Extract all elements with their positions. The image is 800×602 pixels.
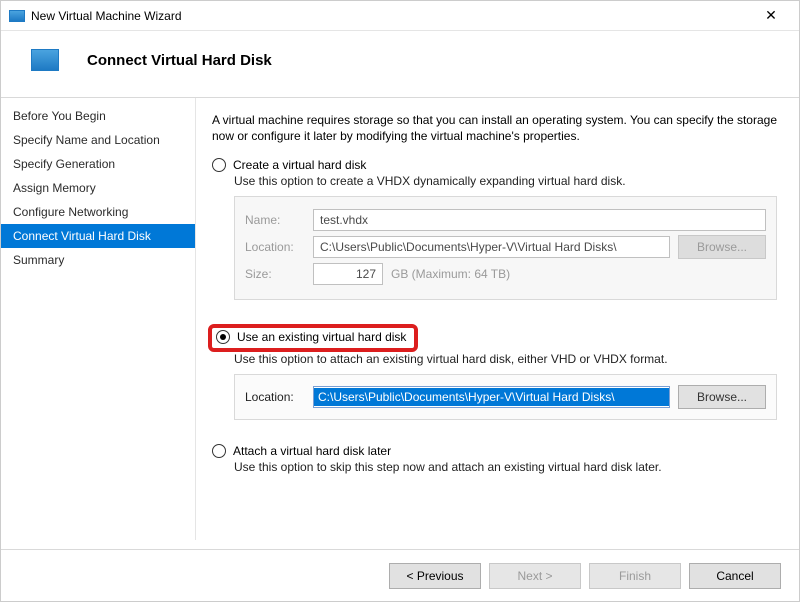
cancel-button[interactable]: Cancel	[689, 563, 781, 589]
radio-label: Attach a virtual hard disk later	[233, 444, 391, 458]
option3-desc: Use this option to skip this step now an…	[234, 460, 777, 474]
name-label: Name:	[245, 213, 305, 227]
browse-button-disabled: Browse...	[678, 235, 766, 259]
size-label: Size:	[245, 267, 305, 281]
radio-label: Create a virtual hard disk	[233, 158, 366, 172]
browse-button[interactable]: Browse...	[678, 385, 766, 409]
titlebar: New Virtual Machine Wizard ✕	[1, 1, 799, 31]
step-before-you-begin[interactable]: Before You Begin	[1, 104, 195, 128]
step-specify-generation[interactable]: Specify Generation	[1, 152, 195, 176]
wizard-steps-sidebar: Before You Begin Specify Name and Locati…	[1, 98, 196, 540]
radio-icon	[212, 158, 226, 172]
radio-create-vhd[interactable]: Create a virtual hard disk	[212, 158, 777, 172]
wizard-footer: < Previous Next > Finish Cancel	[1, 549, 799, 601]
wizard-icon	[31, 49, 59, 71]
highlight-annotation: Use an existing virtual hard disk	[208, 324, 418, 352]
option2-desc: Use this option to attach an existing vi…	[234, 352, 777, 366]
size-unit: GB (Maximum: 64 TB)	[391, 267, 510, 281]
step-configure-networking[interactable]: Configure Networking	[1, 200, 195, 224]
window-icon	[9, 10, 25, 22]
option-attach-later: Attach a virtual hard disk later Use thi…	[212, 444, 777, 474]
step-summary[interactable]: Summary	[1, 248, 195, 272]
option-use-existing-vhd: Use an existing virtual hard disk Use th…	[212, 324, 777, 420]
option-create-vhd: Create a virtual hard disk Use this opti…	[212, 158, 777, 300]
radio-attach-later[interactable]: Attach a virtual hard disk later	[212, 444, 777, 458]
wizard-main-panel: A virtual machine requires storage so th…	[196, 98, 799, 540]
close-button[interactable]: ✕	[751, 7, 791, 24]
step-specify-name[interactable]: Specify Name and Location	[1, 128, 195, 152]
location-input-disabled	[313, 236, 670, 258]
finish-button: Finish	[589, 563, 681, 589]
wizard-header: Connect Virtual Hard Disk	[1, 31, 799, 98]
radio-label: Use an existing virtual hard disk	[237, 330, 406, 344]
location-label: Location:	[245, 240, 305, 254]
window-title: New Virtual Machine Wizard	[31, 9, 751, 23]
option1-desc: Use this option to create a VHDX dynamic…	[234, 174, 777, 188]
location-input[interactable]: C:\Users\Public\Documents\Hyper-V\Virtua…	[314, 388, 669, 406]
next-button: Next >	[489, 563, 581, 589]
step-connect-vhd[interactable]: Connect Virtual Hard Disk	[1, 224, 195, 248]
page-heading: Connect Virtual Hard Disk	[87, 52, 272, 69]
radio-use-existing[interactable]	[216, 330, 230, 344]
previous-button[interactable]: < Previous	[389, 563, 481, 589]
name-input	[313, 209, 766, 231]
radio-icon	[212, 444, 226, 458]
location-label: Location:	[245, 390, 305, 404]
step-assign-memory[interactable]: Assign Memory	[1, 176, 195, 200]
size-input	[313, 263, 383, 285]
option1-group: Name: Location: Browse... Size: GB (Maxi…	[234, 196, 777, 300]
intro-text: A virtual machine requires storage so th…	[212, 112, 777, 144]
option2-group: Location: C:\Users\Public\Documents\Hype…	[234, 374, 777, 420]
